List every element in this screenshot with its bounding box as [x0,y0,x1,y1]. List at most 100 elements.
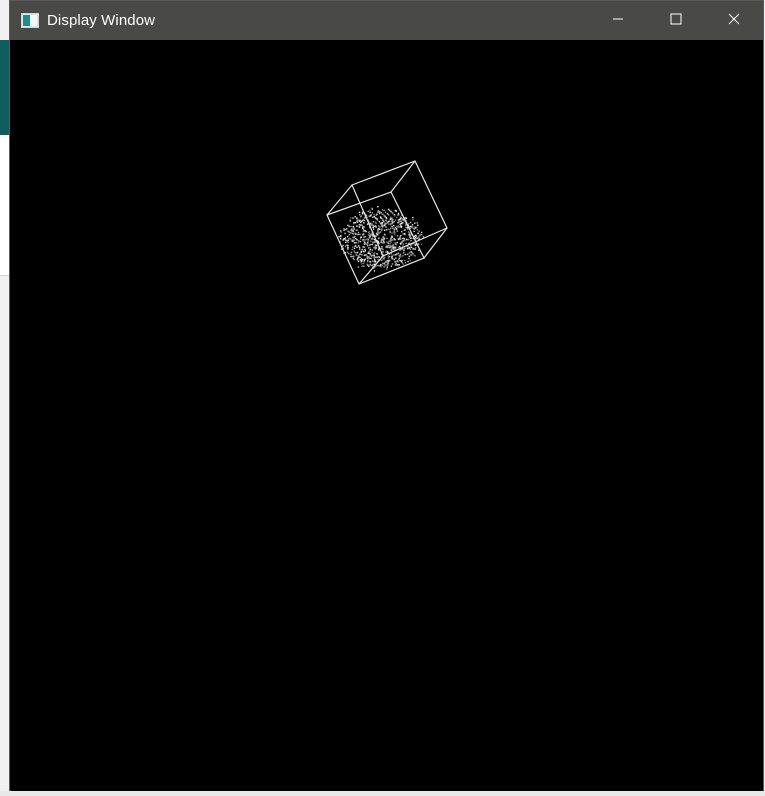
point [353,250,355,252]
point [374,256,376,258]
point [352,240,354,242]
point [414,236,417,239]
point [391,258,394,260]
point [385,264,387,266]
point [380,266,382,268]
point [369,261,371,263]
point [362,218,364,221]
window-title: Display Window [47,12,156,29]
point [348,234,350,236]
point [353,258,355,260]
point [388,246,390,248]
point [372,228,375,230]
point [367,234,370,236]
point [402,244,404,246]
point [394,262,397,264]
point [363,217,366,219]
point [384,260,387,263]
point [357,256,359,259]
point [404,262,407,264]
point [394,242,396,244]
point [364,243,367,245]
point [381,221,384,224]
point [372,241,374,243]
point [416,226,418,228]
point [401,231,403,233]
point [415,234,417,237]
point [380,228,383,230]
point [385,246,387,248]
point [346,227,348,230]
maximize-icon [670,12,682,30]
point [418,230,420,233]
point [382,240,385,243]
point [408,252,410,254]
point [364,230,366,232]
point [404,239,406,242]
point [384,256,386,258]
point [371,207,373,210]
point [413,226,416,228]
minimize-button[interactable] [589,1,647,40]
point [395,241,398,244]
render-viewport[interactable] [11,40,763,791]
point [412,248,414,250]
point [414,222,416,224]
point [394,233,396,236]
point [375,235,377,237]
point [409,234,412,236]
point [392,219,394,221]
point [393,258,395,261]
point [380,264,382,266]
point [350,225,352,228]
point [378,249,380,251]
point [396,230,398,232]
point [381,246,383,248]
point [403,238,405,240]
point [399,249,401,252]
title-bar[interactable]: Display Window [10,1,763,40]
point [348,225,351,227]
point [364,258,366,260]
close-icon [728,12,740,30]
point [387,208,390,211]
point [386,241,388,243]
point [361,212,364,214]
point [396,235,399,237]
point [354,252,356,254]
point [372,221,375,223]
point [372,226,374,228]
point [391,263,394,265]
point [409,248,411,250]
point [367,259,369,262]
point [369,236,371,238]
point [406,238,408,241]
point [396,216,398,219]
close-button[interactable] [705,1,763,40]
point [394,260,396,263]
point [381,224,383,226]
point [398,257,400,260]
point [410,240,412,242]
point [398,259,400,261]
point [419,234,421,236]
point [392,248,394,250]
point [371,243,373,246]
point [376,256,378,258]
point [383,263,386,265]
point [361,248,363,251]
point [367,241,369,244]
point [404,229,406,231]
point [381,247,383,250]
point [359,214,361,216]
point [375,222,377,225]
point [359,248,361,250]
point [417,224,419,226]
point [356,225,358,228]
point [417,243,420,245]
point [359,240,362,243]
point [398,226,400,228]
point [371,212,373,214]
point [370,214,372,216]
maximize-button[interactable] [647,1,705,40]
